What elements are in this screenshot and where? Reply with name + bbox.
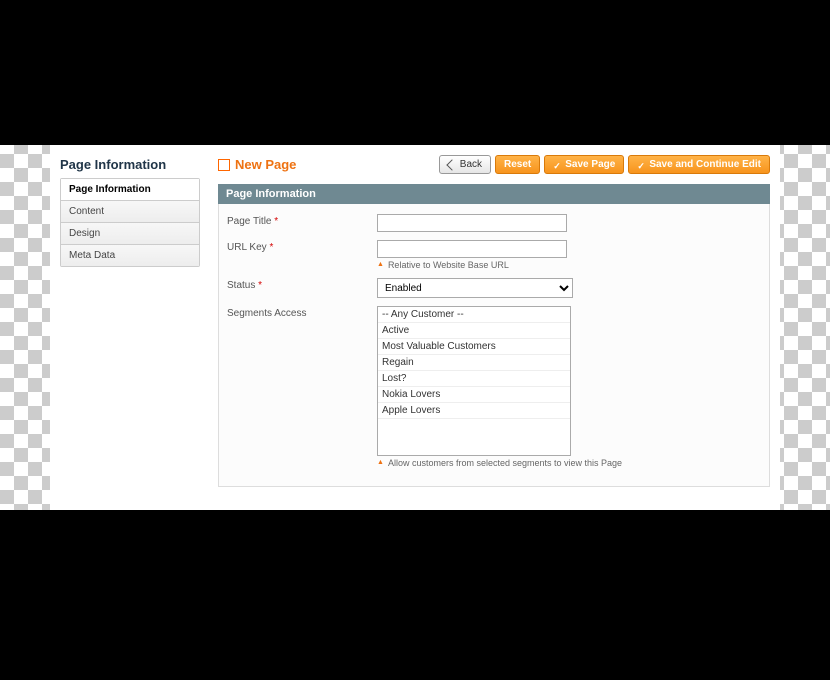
save-button[interactable]: Save Page: [544, 155, 624, 174]
tab-page-information[interactable]: Page Information: [61, 179, 199, 201]
tab-design[interactable]: Design: [61, 223, 199, 245]
sidebar-title: Page Information: [60, 157, 200, 172]
segment-option[interactable]: Nokia Lovers: [378, 387, 570, 403]
label-status: Status *: [227, 278, 377, 291]
check-icon: [553, 161, 561, 169]
sidebar: Page Information Page Information Conten…: [50, 145, 210, 510]
page-title: New Page: [235, 157, 296, 172]
select-status[interactable]: Enabled: [377, 278, 573, 298]
section-header: Page Information: [218, 184, 770, 204]
save-continue-button[interactable]: Save and Continue Edit: [628, 155, 770, 174]
sidebar-tabs: Page Information Content Design Meta Dat…: [60, 178, 200, 267]
back-button[interactable]: Back: [439, 155, 491, 174]
label-segments: Segments Access: [227, 306, 377, 319]
section-body: Page Title * URL Key * Relative to Websi…: [218, 204, 770, 487]
input-url-key[interactable]: [377, 240, 567, 258]
label-page-title: Page Title *: [227, 214, 377, 227]
input-page-title[interactable]: [377, 214, 567, 232]
main-panel: New Page Back Reset Save Page: [210, 145, 780, 510]
field-page-title: Page Title *: [227, 214, 761, 232]
field-segments: Segments Access -- Any Customer -- Activ…: [227, 306, 761, 468]
tab-meta-data[interactable]: Meta Data: [61, 245, 199, 266]
segment-option[interactable]: Regain: [378, 355, 570, 371]
toolbar: New Page Back Reset Save Page: [218, 155, 770, 174]
listbox-segments[interactable]: -- Any Customer -- Active Most Valuable …: [377, 306, 571, 456]
segment-option[interactable]: -- Any Customer --: [378, 307, 570, 323]
back-icon: [446, 159, 457, 170]
check-icon: [637, 161, 645, 169]
action-buttons: Back Reset Save Page Save and Continue E…: [439, 155, 770, 174]
segment-option[interactable]: Apple Lovers: [378, 403, 570, 419]
tab-content[interactable]: Content: [61, 201, 199, 223]
field-url-key: URL Key * Relative to Website Base URL: [227, 240, 761, 270]
segment-option[interactable]: Active: [378, 323, 570, 339]
page-icon: [218, 159, 230, 171]
hint-segments: Allow customers from selected segments t…: [377, 458, 761, 468]
hint-url-key: Relative to Website Base URL: [377, 260, 761, 270]
field-status: Status * Enabled: [227, 278, 761, 298]
page-header: New Page: [218, 157, 439, 172]
segment-option[interactable]: Most Valuable Customers: [378, 339, 570, 355]
admin-canvas: Page Information Page Information Conten…: [50, 145, 780, 510]
label-url-key: URL Key *: [227, 240, 377, 253]
reset-button[interactable]: Reset: [495, 155, 540, 174]
segment-option[interactable]: Lost?: [378, 371, 570, 387]
